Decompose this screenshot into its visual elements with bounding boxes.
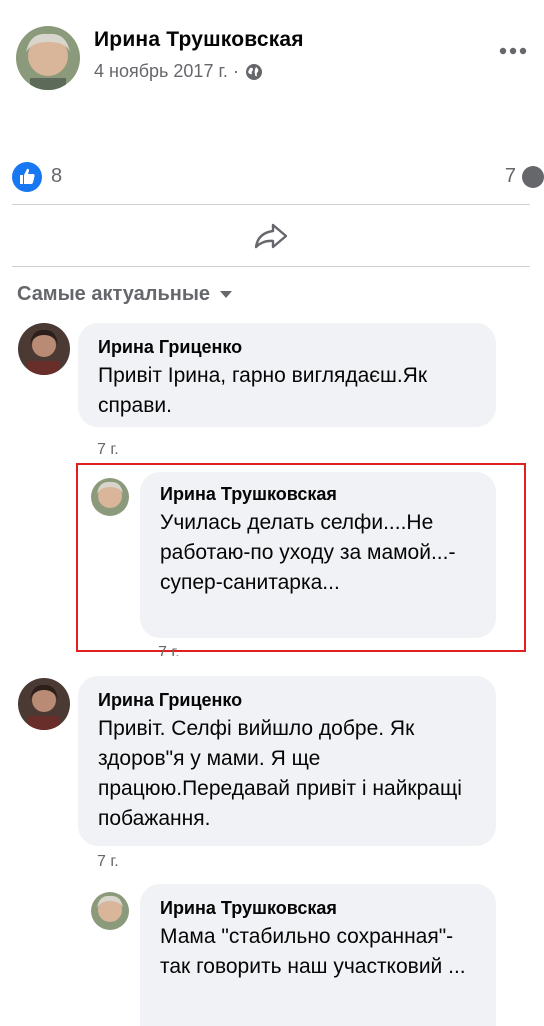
commenter-avatar[interactable] xyxy=(91,478,129,516)
comment-bubble: Ирина Гриценко Привіт Ірина, гарно вигля… xyxy=(78,323,496,427)
comment-text: Мама "стабильно сохранная"-так говорить … xyxy=(160,925,466,978)
comment-author[interactable]: Ирина Гриценко xyxy=(98,337,478,358)
commenter-avatar[interactable] xyxy=(91,892,129,930)
divider xyxy=(12,204,530,205)
post-meta: 4 ноябрь 2017 г. · xyxy=(94,61,263,82)
author-avatar[interactable] xyxy=(16,26,80,90)
post-date[interactable]: 4 ноябрь 2017 г. · xyxy=(94,61,239,82)
comment-sort-dropdown[interactable]: Самые актуальные xyxy=(17,283,233,306)
like-icon[interactable] xyxy=(12,162,42,192)
comment-time[interactable]: 7 г. xyxy=(97,853,119,871)
commenter-avatar[interactable] xyxy=(18,323,70,375)
globe-icon xyxy=(245,63,263,81)
comments-bubble-icon xyxy=(522,166,544,188)
reaction-count[interactable]: 8 xyxy=(51,165,62,188)
comment-text: Привіт. Селфі вийшло добре. Як здоров"я … xyxy=(98,717,462,830)
commenter-avatar[interactable] xyxy=(18,678,70,730)
share-button[interactable] xyxy=(12,210,530,262)
more-horizontal-icon[interactable] xyxy=(498,46,528,56)
comment-text: Привіт Ірина, гарно виглядаєш.Як справи. xyxy=(98,364,428,417)
comment-author[interactable]: Ирина Гриценко xyxy=(98,690,478,711)
comment-author[interactable]: Ирина Трушковская xyxy=(160,484,478,505)
comments-count[interactable]: 7 xyxy=(505,165,516,188)
caret-down-icon xyxy=(220,291,233,298)
comment-bubble: Ирина Трушковская Мама "стабильно сохран… xyxy=(140,884,496,1026)
author-name[interactable]: Ирина Трушковская xyxy=(94,28,304,52)
comment-time[interactable]: 7 г. xyxy=(158,646,180,656)
reactions-bar: 8 7 xyxy=(12,162,544,192)
sort-label: Самые актуальные xyxy=(17,283,211,305)
post-header: Ирина Трушковская 4 ноябрь 2017 г. · xyxy=(16,18,536,92)
comment-bubble: Ирина Трушковская Училась делать селфи..… xyxy=(140,472,496,638)
share-icon xyxy=(253,221,289,251)
comment-bubble: Ирина Гриценко Привіт. Селфі вийшло добр… xyxy=(78,676,496,846)
comment-time[interactable]: 7 г. xyxy=(97,441,119,459)
comment-author[interactable]: Ирина Трушковская xyxy=(160,898,478,919)
divider xyxy=(12,266,530,267)
comment-text: Училась делать селфи....Не работаю-по ух… xyxy=(160,511,456,594)
